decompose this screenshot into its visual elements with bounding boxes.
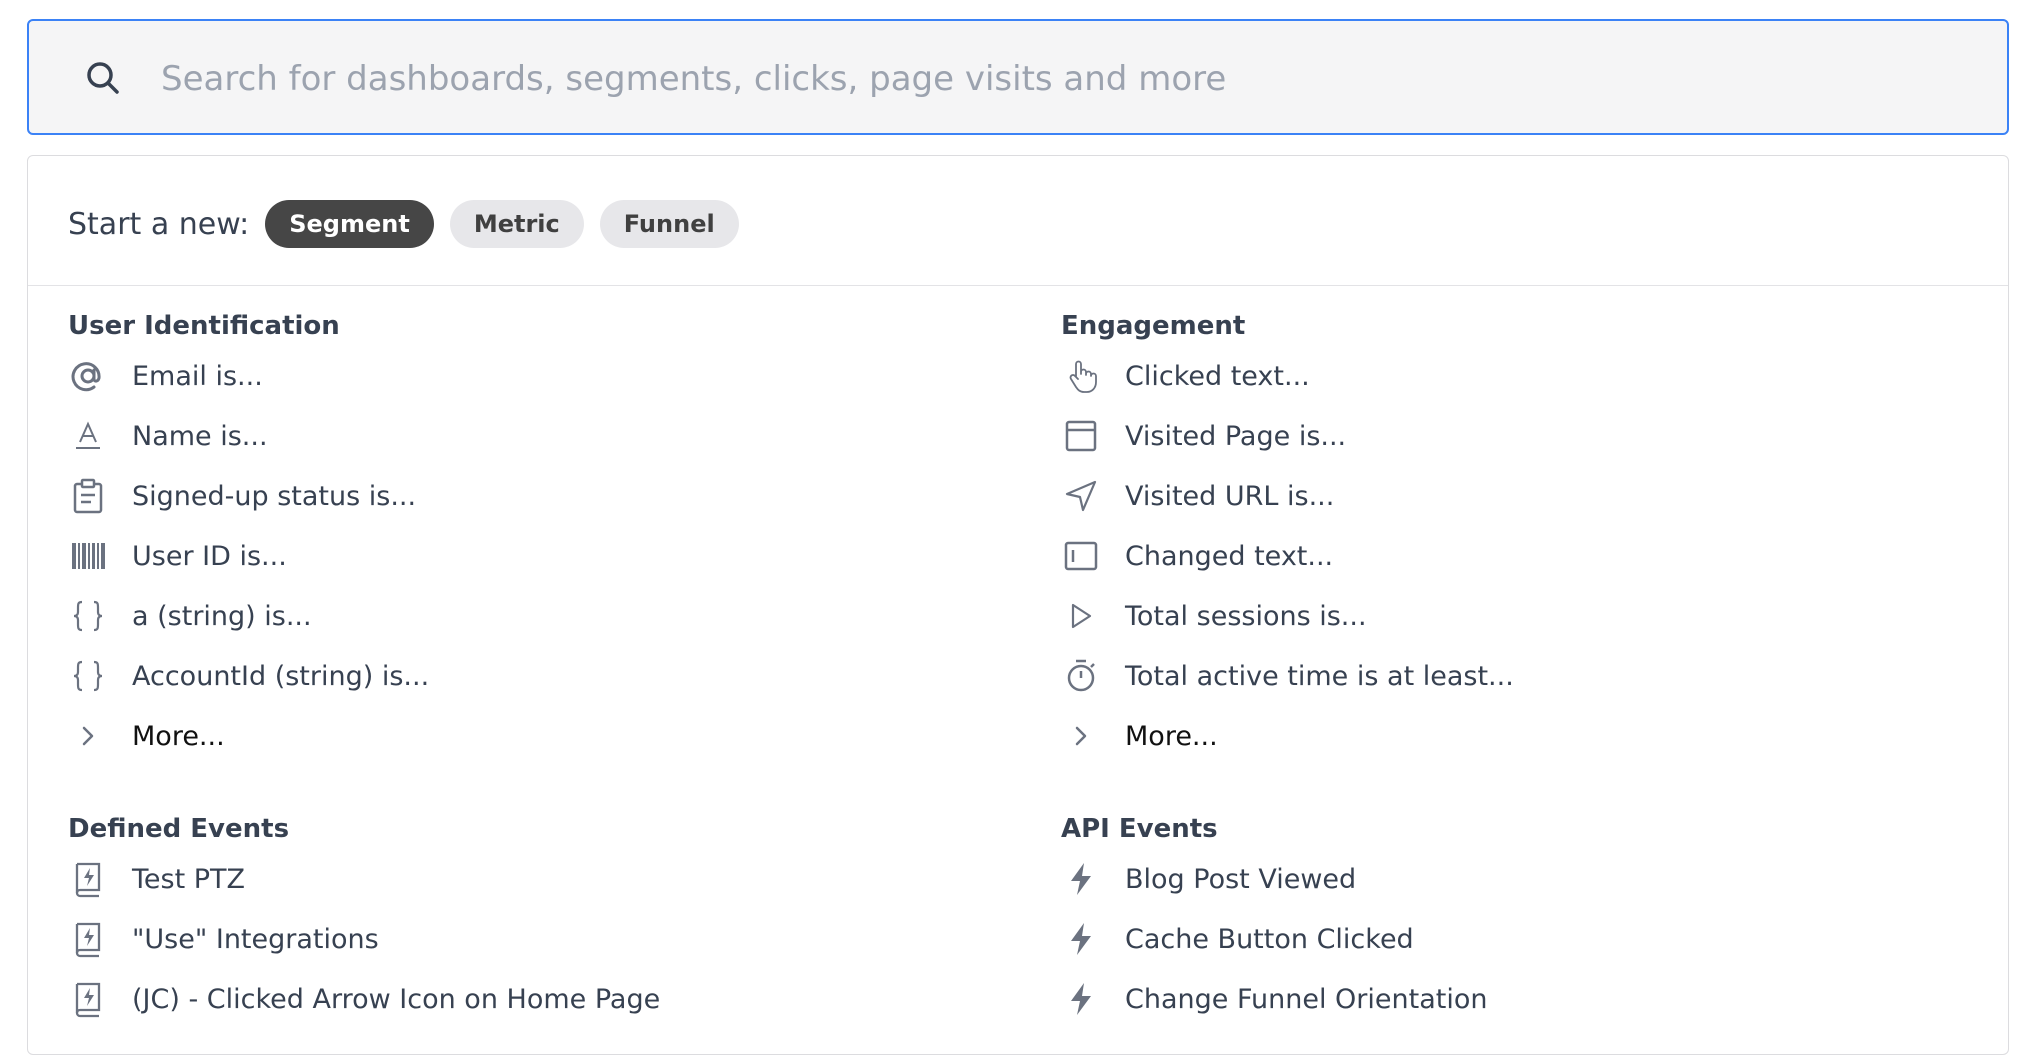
changed-text-filter-item[interactable]: Changed text... bbox=[1061, 526, 1961, 586]
user-id-filter-item[interactable]: User ID is... bbox=[68, 526, 968, 586]
chevron-right-icon bbox=[1061, 716, 1101, 756]
navigation-arrow-icon bbox=[1061, 476, 1101, 516]
section-title: Engagement bbox=[1061, 311, 1246, 341]
item-label: "Use" Integrations bbox=[132, 923, 379, 955]
text-a-icon bbox=[68, 416, 108, 456]
item-label: Visited URL is... bbox=[1125, 480, 1335, 512]
section-title: Defined Events bbox=[68, 814, 290, 844]
string-a-filter-item[interactable]: a (string) is... bbox=[68, 586, 968, 646]
engagement-section: Engagement Clicked text... Visited Page … bbox=[1061, 306, 1961, 766]
visited-url-filter-item[interactable]: Visited URL is... bbox=[1061, 466, 1961, 526]
lightning-icon bbox=[1061, 979, 1101, 1019]
braces-icon bbox=[68, 596, 108, 636]
defined-event-item[interactable]: "Use" Integrations bbox=[68, 909, 968, 969]
segment-chip[interactable]: Segment bbox=[265, 200, 434, 248]
metric-chip[interactable]: Metric bbox=[449, 200, 584, 248]
item-label: More... bbox=[132, 720, 225, 752]
start-new-bar: Start a new: Segment Metric Funnel bbox=[68, 200, 755, 248]
barcode-icon bbox=[68, 536, 108, 576]
defined-event-icon bbox=[68, 859, 108, 899]
chevron-right-icon bbox=[68, 716, 108, 756]
defined-event-item[interactable]: Test PTZ bbox=[68, 849, 968, 909]
item-label: Email is... bbox=[132, 360, 263, 392]
api-events-section: API Events Blog Post Viewed Cache Button… bbox=[1061, 809, 1961, 1029]
quick-start-panel: Start a new: Segment Metric Funnel User … bbox=[27, 155, 2009, 1055]
item-label: AccountId (string) is... bbox=[132, 660, 430, 692]
clipboard-icon bbox=[68, 476, 108, 516]
account-id-filter-item[interactable]: AccountId (string) is... bbox=[68, 646, 968, 706]
defined-event-item[interactable]: (JC) - Clicked Arrow Icon on Home Page bbox=[68, 969, 968, 1029]
item-label: Total sessions is... bbox=[1125, 600, 1367, 632]
section-title: User Identification bbox=[68, 311, 340, 341]
user-identification-section: User Identification Email is... Name is.… bbox=[68, 306, 968, 766]
item-label: Name is... bbox=[132, 420, 268, 452]
funnel-chip[interactable]: Funnel bbox=[599, 200, 739, 248]
item-label: Visited Page is... bbox=[1125, 420, 1347, 452]
pointer-hand-icon bbox=[1061, 356, 1101, 396]
item-label: User ID is... bbox=[132, 540, 287, 572]
clicked-text-filter-item[interactable]: Clicked text... bbox=[1061, 346, 1961, 406]
lightning-icon bbox=[1061, 859, 1101, 899]
item-label: Changed text... bbox=[1125, 540, 1334, 572]
engagement-more-item[interactable]: More... bbox=[1061, 706, 1961, 766]
api-event-item[interactable]: Change Funnel Orientation bbox=[1061, 969, 1961, 1029]
browser-window-icon bbox=[1061, 416, 1101, 456]
item-label: Change Funnel Orientation bbox=[1125, 983, 1488, 1015]
item-label: a (string) is... bbox=[132, 600, 312, 632]
defined-event-icon bbox=[68, 919, 108, 959]
search-input[interactable] bbox=[159, 51, 1963, 107]
stopwatch-icon bbox=[1061, 656, 1101, 696]
item-label: Test PTZ bbox=[132, 863, 246, 895]
email-filter-item[interactable]: Email is... bbox=[68, 346, 968, 406]
item-label: Signed-up status is... bbox=[132, 480, 417, 512]
braces-icon bbox=[68, 656, 108, 696]
visited-page-filter-item[interactable]: Visited Page is... bbox=[1061, 406, 1961, 466]
search-icon bbox=[87, 62, 119, 94]
item-label: Clicked text... bbox=[1125, 360, 1310, 392]
total-sessions-filter-item[interactable]: Total sessions is... bbox=[1061, 586, 1961, 646]
lightning-icon bbox=[1061, 919, 1101, 959]
play-icon bbox=[1061, 596, 1101, 636]
text-field-icon bbox=[1061, 536, 1101, 576]
defined-events-section: Defined Events Test PTZ "Use" Integratio… bbox=[68, 809, 968, 1029]
divider bbox=[28, 285, 2008, 286]
item-label: Blog Post Viewed bbox=[1125, 863, 1357, 895]
at-icon bbox=[68, 356, 108, 396]
name-filter-item[interactable]: Name is... bbox=[68, 406, 968, 466]
item-label: More... bbox=[1125, 720, 1218, 752]
defined-event-icon bbox=[68, 979, 108, 1019]
section-title: API Events bbox=[1061, 814, 1218, 844]
api-event-item[interactable]: Cache Button Clicked bbox=[1061, 909, 1961, 969]
signed-up-status-filter-item[interactable]: Signed-up status is... bbox=[68, 466, 968, 526]
api-event-item[interactable]: Blog Post Viewed bbox=[1061, 849, 1961, 909]
item-label: (JC) - Clicked Arrow Icon on Home Page bbox=[132, 983, 661, 1015]
total-active-time-filter-item[interactable]: Total active time is at least... bbox=[1061, 646, 1961, 706]
item-label: Cache Button Clicked bbox=[1125, 923, 1414, 955]
item-label: Total active time is at least... bbox=[1125, 660, 1514, 692]
user-identification-more-item[interactable]: More... bbox=[68, 706, 968, 766]
start-new-label: Start a new: bbox=[68, 206, 250, 242]
search-bar[interactable] bbox=[27, 19, 2009, 135]
